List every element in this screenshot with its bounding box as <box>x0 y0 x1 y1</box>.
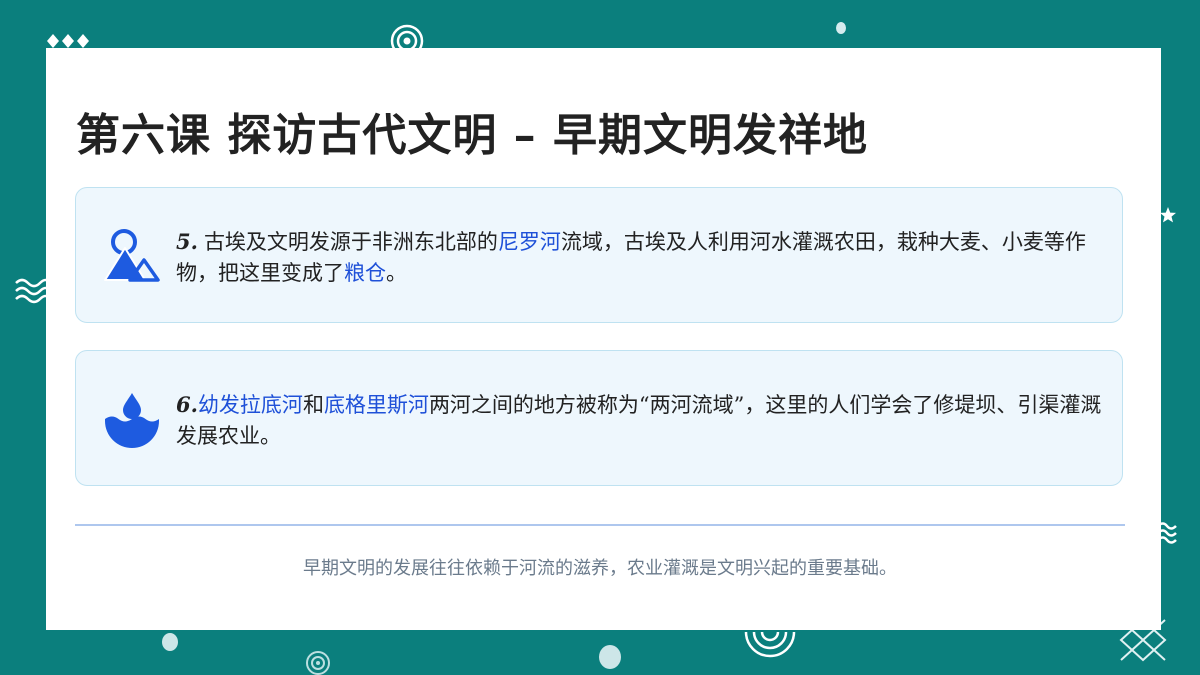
point-number: 5. <box>176 229 198 254</box>
water-drop-waves-icon <box>105 393 159 448</box>
dot-icon <box>162 633 178 651</box>
spiral-icon <box>306 651 330 675</box>
mountain-sun-icon <box>104 229 160 282</box>
highlight-term: 幼发拉底河 <box>197 393 303 417</box>
point-segment: 。 <box>386 261 407 285</box>
footer-note: 早期文明的发展往往依赖于河流的滋养，农业灌溉是文明兴起的重要基础。 <box>303 558 897 579</box>
divider <box>75 524 1125 526</box>
star-icon <box>1160 207 1176 223</box>
dot-icon <box>599 645 621 669</box>
point-text-6: 6.幼发拉底河和底格里斯河两河之间的地方被称为“两河流域”，这里的人们学会了修堤… <box>176 389 1106 452</box>
point-box-6: 6.幼发拉底河和底格里斯河两河之间的地方被称为“两河流域”，这里的人们学会了修堤… <box>75 350 1123 486</box>
wave-lines-icon <box>15 278 50 304</box>
point-segment: 和 <box>302 393 324 417</box>
point-segment: 古埃及文明发源于非洲东北部的 <box>203 230 498 254</box>
point-number: 6. <box>176 392 198 417</box>
highlight-term: 底格里斯河 <box>323 393 429 417</box>
spiral-icon <box>744 631 796 658</box>
dot-icon <box>836 22 846 34</box>
point-box-5: 5. 古埃及文明发源于非洲东北部的尼罗河流域，古埃及人利用河水灌溉农田，栽种大麦、… <box>75 187 1123 323</box>
point-text-5: 5. 古埃及文明发源于非洲东北部的尼罗河流域，古埃及人利用河水灌溉农田，栽种大麦、… <box>176 226 1106 289</box>
slide-card: 第六课 探访古代文明 – 早期文明发祥地 5. 古埃及文明发源于非洲东北部的尼罗河… <box>46 48 1161 630</box>
highlight-term: 粮仓 <box>344 261 386 285</box>
highlight-term: 尼罗河 <box>497 230 561 254</box>
slide-title: 第六课 探访古代文明 – 早期文明发祥地 <box>76 110 868 161</box>
